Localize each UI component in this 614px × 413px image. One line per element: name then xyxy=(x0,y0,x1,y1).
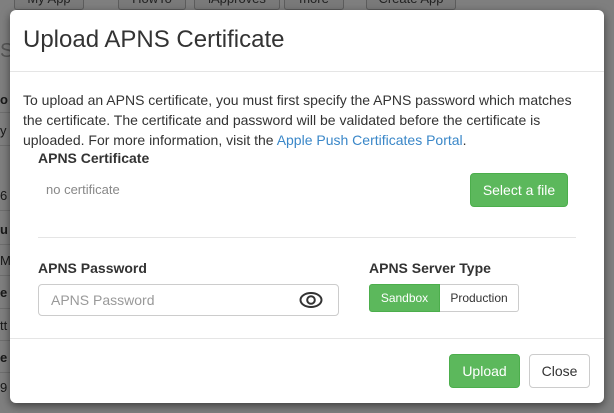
upload-apns-modal: Upload APNS Certificate To upload an APN… xyxy=(10,10,604,403)
sandbox-option[interactable]: Sandbox xyxy=(369,284,440,312)
select-file-button[interactable]: Select a file xyxy=(470,173,568,207)
apple-push-portal-link[interactable]: Apple Push Certificates Portal xyxy=(277,132,463,148)
modal-footer-divider xyxy=(10,338,604,339)
production-option[interactable]: Production xyxy=(440,284,519,312)
server-type-toggle: Sandbox Production xyxy=(369,284,519,312)
server-type-label: APNS Server Type xyxy=(369,260,491,276)
intro-end: . xyxy=(462,132,467,148)
section-divider xyxy=(38,237,576,238)
certificate-label: APNS Certificate xyxy=(38,150,150,166)
apns-password-input[interactable] xyxy=(38,284,339,316)
close-button[interactable]: Close xyxy=(529,354,590,388)
modal-header: Upload APNS Certificate xyxy=(10,10,604,72)
password-label: APNS Password xyxy=(38,260,147,276)
upload-button[interactable]: Upload xyxy=(449,354,520,388)
intro-text: To upload an APNS certificate, you must … xyxy=(23,90,588,150)
eye-icon[interactable] xyxy=(299,290,323,310)
modal-title: Upload APNS Certificate xyxy=(23,26,285,53)
certificate-status: no certificate xyxy=(46,182,120,197)
